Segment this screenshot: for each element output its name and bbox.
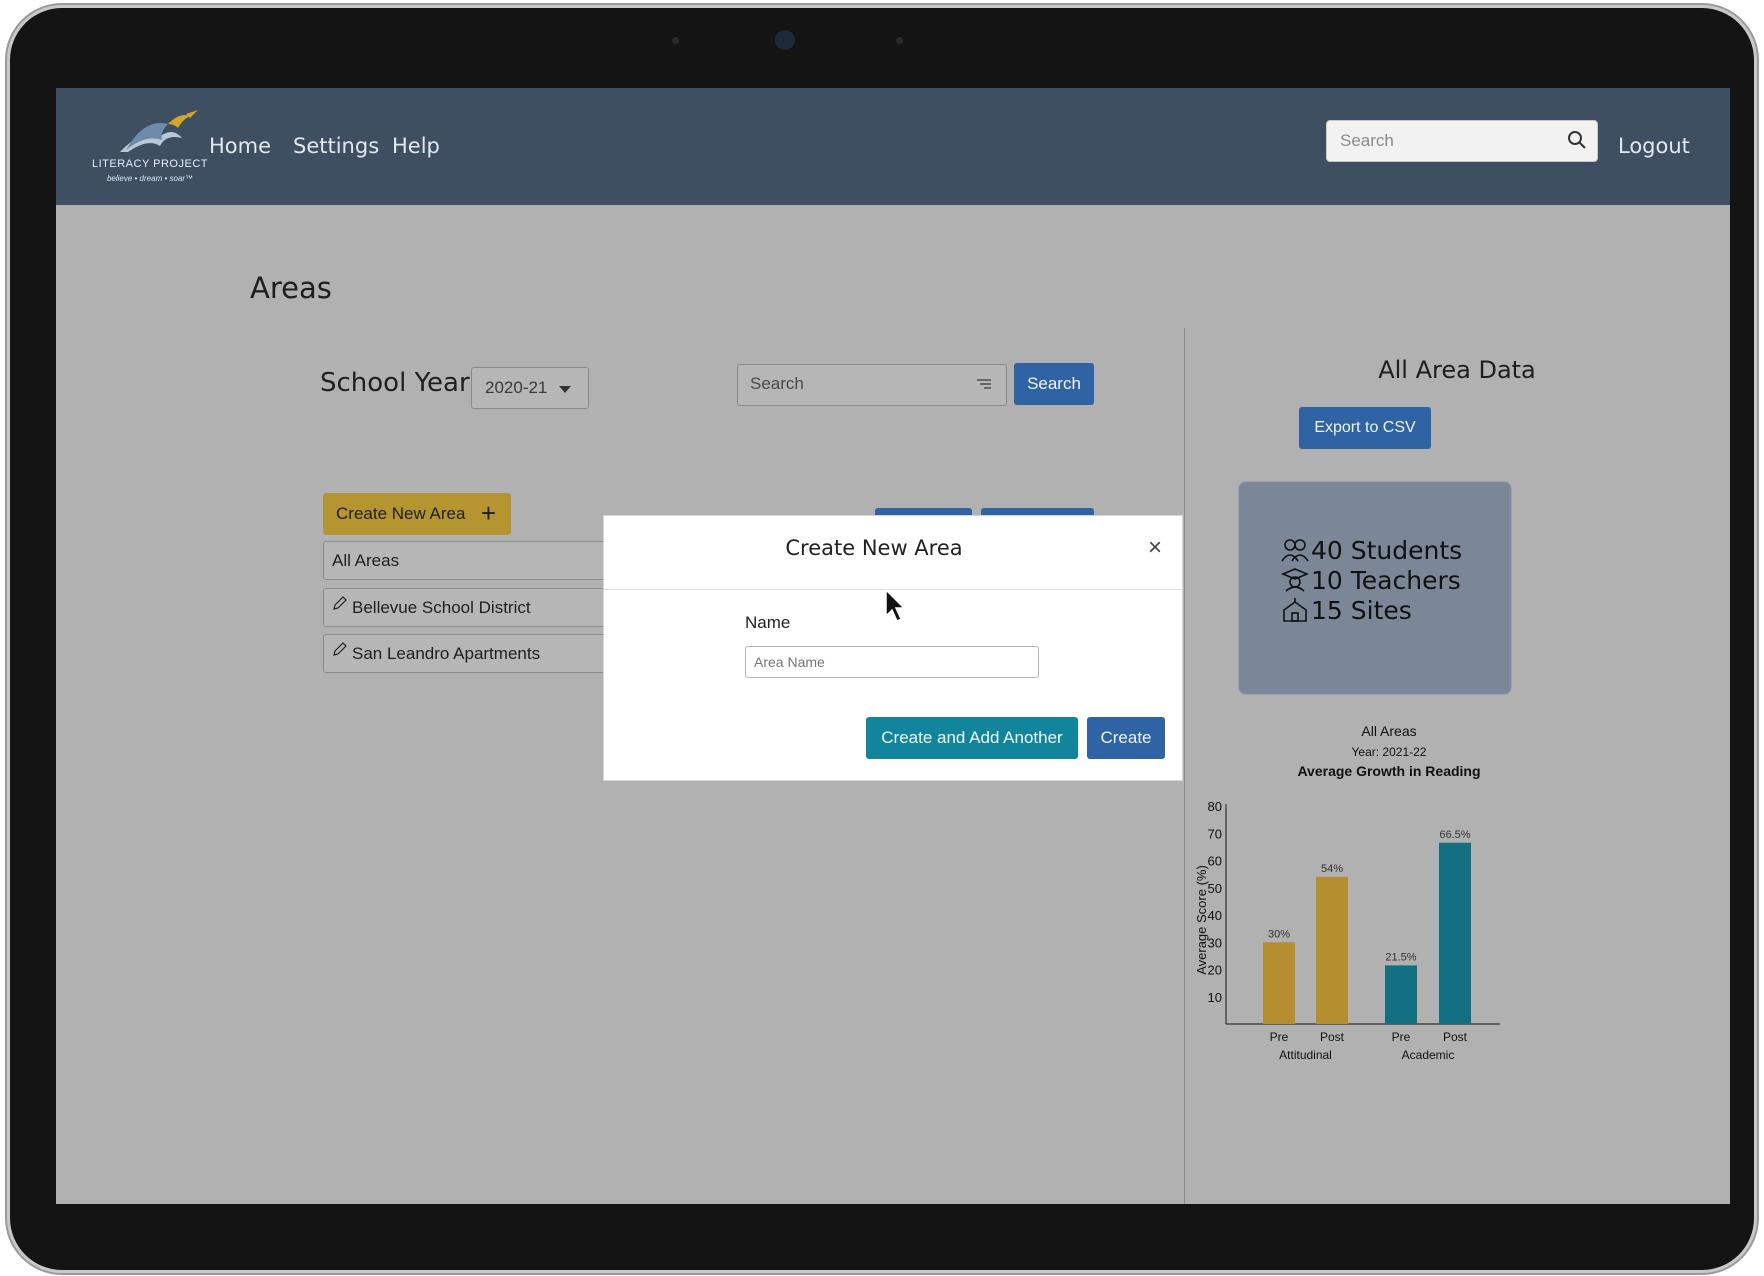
bar-academic-pre — [1385, 965, 1417, 1024]
x-tick-label: Pre — [1270, 1030, 1289, 1044]
y-tick-label: 10 — [1208, 990, 1222, 1005]
bar-attitudinal-pre — [1263, 942, 1295, 1024]
close-icon[interactable]: × — [1148, 536, 1162, 560]
teachers-count: 10 Teachers — [1311, 566, 1461, 595]
stats-card: 40 Students 10 Teachers 15 Sites — [1238, 481, 1512, 695]
plus-icon: + — [480, 498, 496, 528]
nav-home-link[interactable]: Home — [209, 134, 271, 158]
bird-book-icon — [120, 110, 198, 152]
area-search-placeholder: Search — [750, 374, 804, 393]
y-tick-label: 60 — [1208, 854, 1222, 869]
logout-link[interactable]: Logout — [1618, 134, 1690, 158]
data-label: 66.5% — [1439, 829, 1470, 841]
search-icon[interactable] — [1567, 130, 1587, 150]
school-year-label: School Year — [320, 368, 470, 398]
export-csv-button[interactable]: Export to CSV — [1299, 407, 1431, 449]
create-area-modal: Create New Area × Name Create and Add An… — [603, 515, 1183, 781]
school-year-value: 2020-21 — [485, 378, 548, 397]
pencil-icon[interactable] — [332, 641, 348, 657]
create-button[interactable]: Create — [1087, 717, 1165, 759]
users-icon — [1281, 539, 1309, 562]
create-and-add-another-button[interactable]: Create and Add Another — [866, 717, 1078, 759]
logo-text: LITERACY PROJECT — [92, 158, 208, 170]
y-tick-label: 40 — [1208, 908, 1222, 923]
x-tick-label: Post — [1443, 1030, 1468, 1044]
create-new-area-label: Create New Area — [336, 504, 466, 523]
top-navbar: LITERACY PROJECT believe • dream • soar™… — [56, 88, 1730, 205]
app-screen: LITERACY PROJECT believe • dream • soar™… — [56, 88, 1730, 1204]
modal-title: Create New Area — [785, 536, 963, 560]
school-building-icon — [1283, 598, 1307, 622]
list-item-san-leandro[interactable]: San Leandro Apartments — [323, 634, 615, 673]
logo-tagline: believe • dream • soar™ — [106, 174, 194, 183]
pencil-icon[interactable] — [332, 595, 348, 611]
students-count: 40 Students — [1311, 536, 1463, 565]
all-area-data-title: All Area Data — [1378, 356, 1536, 384]
y-tick-label: 80 — [1208, 800, 1222, 814]
bar-attitudinal-post — [1316, 876, 1348, 1024]
literacy-project-logo[interactable]: LITERACY PROJECT believe • dream • soar™ — [90, 104, 210, 192]
graduation-cap-icon — [1281, 568, 1309, 592]
global-search-placeholder: Search — [1340, 131, 1394, 150]
list-item-bellevue[interactable]: Bellevue School District — [323, 588, 615, 627]
chart-pretitle: All Areas — [1361, 723, 1417, 739]
y-tick-label: 70 — [1208, 826, 1222, 841]
list-item-label: Bellevue School District — [352, 598, 531, 617]
group-label: Attitudinal — [1279, 1048, 1332, 1062]
school-year-dropdown[interactable]: 2020-21 — [471, 367, 589, 409]
y-tick-label: 50 — [1208, 881, 1222, 896]
filter-icon[interactable] — [976, 378, 992, 390]
chart-title: Average Growth in Reading — [1297, 763, 1481, 779]
chevron-down-icon — [559, 386, 571, 393]
area-search-input[interactable]: Search — [737, 364, 1007, 406]
list-item-all-areas[interactable]: All Areas — [323, 541, 615, 580]
name-label: Name — [745, 613, 791, 632]
list-item-label: San Leandro Apartments — [352, 644, 541, 663]
create-new-area-button[interactable]: Create New Area + — [323, 493, 511, 535]
chart-subtitle: Year: 2021-22 — [1351, 745, 1427, 759]
nav-settings-link[interactable]: Settings — [293, 134, 379, 158]
data-label: 54% — [1321, 863, 1343, 875]
y-axis-label: Average Score (%) — [1194, 865, 1209, 975]
mouse-cursor-icon — [885, 588, 906, 623]
area-search-button[interactable]: Search — [1014, 363, 1094, 405]
y-tick-label: 20 — [1208, 963, 1222, 978]
x-tick-label: Post — [1320, 1030, 1345, 1044]
data-label: 21.5% — [1385, 951, 1416, 963]
growth-bar-chart: 10 20 30 40 50 60 70 80 Average Score (%) 30% Pre 5… — [1194, 800, 1500, 1062]
nav-help-link[interactable]: Help — [392, 134, 440, 158]
sites-count: 15 Sites — [1311, 596, 1412, 625]
tablet-frame: LITERACY PROJECT believe • dream • soar™… — [10, 8, 1754, 1270]
data-label: 30% — [1268, 928, 1290, 940]
x-tick-label: Pre — [1392, 1030, 1411, 1044]
area-name-input[interactable] — [745, 646, 1039, 678]
list-item-label: All Areas — [332, 551, 400, 570]
page-title: Areas — [250, 271, 332, 305]
sensor-dot — [672, 37, 679, 44]
sensor-dot — [896, 37, 903, 44]
y-tick-label: 30 — [1208, 935, 1222, 950]
group-label: Academic — [1402, 1048, 1455, 1062]
camera-icon — [775, 30, 795, 50]
bar-academic-post — [1439, 842, 1471, 1024]
global-search-input[interactable]: Search — [1326, 120, 1598, 162]
